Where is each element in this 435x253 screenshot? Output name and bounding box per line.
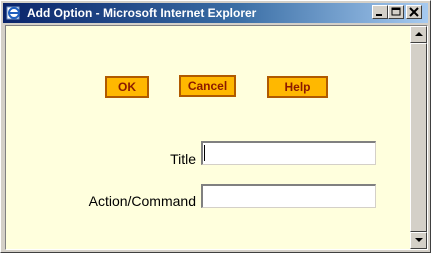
vertical-scrollbar[interactable] [410,26,427,249]
browser-popup-window: Add Option - Microsoft Internet Explorer… [0,0,431,253]
help-button[interactable]: Help [267,76,328,98]
ok-button[interactable]: OK [105,76,149,98]
action-command-label: Action/Command [88,193,196,209]
add-option-form: OK Cancel Help Title Action/Command [6,26,410,249]
page-content-area: OK Cancel Help Title Action/Command [5,25,428,250]
scrollbar-thumb[interactable] [410,43,427,232]
action-command-input[interactable] [201,184,376,208]
minimize-button[interactable] [372,5,388,19]
scroll-down-button[interactable] [410,232,427,249]
scroll-up-button[interactable] [410,26,427,43]
title-bar[interactable]: Add Option - Microsoft Internet Explorer [3,3,428,23]
close-icon [409,7,419,17]
title-label: Title [170,151,196,167]
text-caret [204,145,205,161]
minimize-icon [376,14,382,16]
close-button[interactable] [406,5,422,19]
maximize-button[interactable] [388,5,404,19]
arrow-up-icon [415,32,423,36]
window-title: Add Option - Microsoft Internet Explorer [27,6,257,20]
title-input[interactable] [201,141,376,165]
internet-explorer-icon [6,5,22,21]
arrow-down-icon [415,238,423,242]
cancel-button[interactable]: Cancel [179,75,236,97]
maximize-icon [391,7,401,16]
